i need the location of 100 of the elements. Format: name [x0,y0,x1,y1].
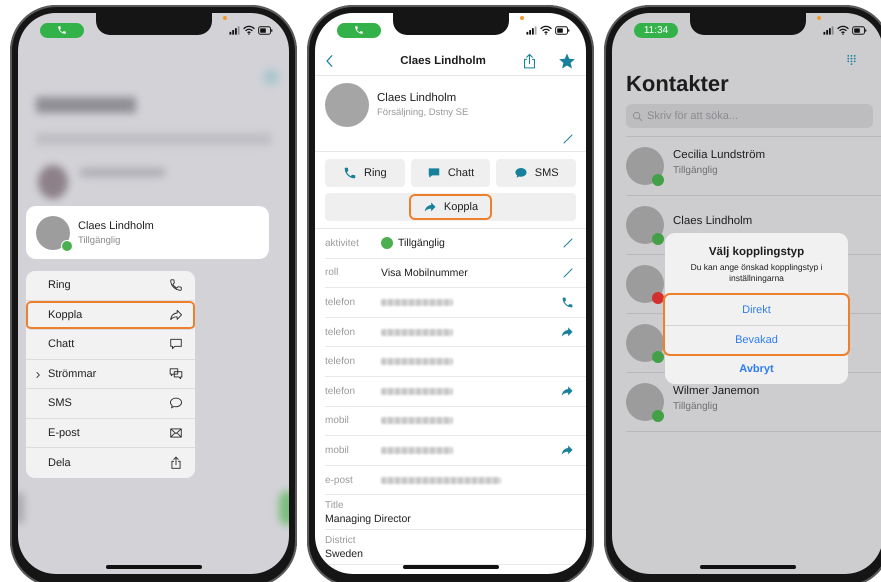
menu-item[interactable]: Koppla [26,300,195,330]
chat-bubble-icon [169,337,183,352]
menu-item[interactable]: Ring [26,271,195,300]
field-label: telefon [325,386,356,397]
avatar [36,216,70,250]
field-label: telefon [325,356,356,368]
menu-item[interactable]: Dela [26,448,195,478]
edit-button[interactable] [562,133,574,145]
menu-item[interactable]: SMS [26,389,195,418]
field-label: aktivitet [325,238,360,249]
contact-name: Claes Lindholm [78,220,154,232]
call-button[interactable] [561,296,574,309]
wifi-icon [243,24,255,36]
share-button[interactable] [521,52,538,70]
contact-status: Tillgänglig [78,234,122,246]
forward-arrow-icon [422,200,437,214]
wifi-icon [837,24,849,36]
dialog-option[interactable]: Bevakad [665,324,848,354]
avatar [325,83,369,127]
blurred-value [381,298,453,306]
speech-bubble-icon [169,396,183,410]
detail-label: Title [325,500,345,512]
chat-bubbles-icon [169,366,183,381]
avatar [626,324,664,362]
menu-item[interactable]: Strömmar [26,360,195,389]
avatar [626,265,664,303]
edit-button[interactable] [562,237,574,250]
screen-title: Claes Lindholm [399,55,487,67]
avatar [626,147,664,185]
blurred-value [381,446,453,454]
blurred-value [381,328,453,336]
dialpad-button[interactable] [846,53,857,67]
pencil-icon [562,237,574,250]
contact-subtitle: Försäljning, Dstny SE [377,107,468,118]
field-value: Tillgänglig [398,237,445,250]
phone-icon [343,166,358,180]
menu-item[interactable]: E-post [26,418,195,448]
phone-icon [561,296,574,309]
transfer-button[interactable]: Koppla [325,193,576,221]
wifi-icon [540,24,552,36]
signal-icon [229,24,240,36]
field-label: roll [325,267,340,278]
phone-icon [57,25,67,35]
dialog-option[interactable]: Avbryt [665,354,848,384]
screen-title: Kontakter [626,71,730,97]
contact-name: Claes Lindholm [377,92,458,104]
dialpad-icon [846,53,857,67]
forward-arrow-icon [560,384,574,398]
action-button[interactable]: SMS [496,159,576,187]
mail-icon [169,426,183,440]
contact-status: Tillgänglig [673,400,719,412]
forward-arrow-icon [560,443,574,458]
contact-status: Tillgänglig [673,164,719,176]
speech-bubble-icon [514,166,528,180]
signal-icon [823,24,834,36]
favorite-button[interactable] [558,52,576,70]
detail-label: District [325,535,357,546]
presence-dot [381,237,393,250]
transfer-button[interactable] [560,325,574,340]
search-icon [632,110,643,122]
pencil-icon [562,266,574,279]
dialog-title: Välj kopplingstyp [708,245,806,258]
transfer-button[interactable] [560,384,574,398]
field-label: telefon [325,296,356,308]
share-icon [521,52,538,70]
privacy-dot [520,16,524,20]
detail-value: Sweden [325,548,364,560]
share-icon [169,456,183,470]
blurred-value [381,358,453,366]
detail-value: Managing Director [325,513,412,526]
privacy-dot [223,16,227,20]
signal-icon [526,24,537,36]
chevron-icon [34,370,42,378]
dialog-option[interactable]: Direkt [665,295,848,324]
edit-button[interactable] [562,266,574,279]
action-button[interactable]: Ring [325,159,405,187]
field-label: e-post [325,474,354,486]
blurred-value [381,388,453,395]
chat-bubble-icon [426,166,441,180]
privacy-dot [817,16,821,20]
contact-name: Cecilia Lundström [673,148,766,160]
dialog-message: Du kan ange önskad kopplingstyp i inställningarna [690,261,824,285]
phone-icon [354,25,364,35]
transfer-button[interactable] [560,443,574,458]
field-label: mobil [325,415,350,426]
phone-icon [169,278,183,292]
avatar [626,206,664,244]
contact-name: Claes Lindholm [673,215,752,227]
forward-arrow-icon [169,308,183,322]
forward-arrow-icon [560,325,574,340]
field-value: Visa Mobilnummer [381,266,468,279]
field-label: mobil [325,444,350,456]
pencil-icon [562,133,574,145]
contact-name: Wilmer Janemon [673,384,760,396]
avatar [626,383,664,421]
action-button[interactable]: Chatt [410,159,490,187]
field-label: telefon [325,326,356,338]
star-icon [558,52,576,70]
call-indicator[interactable] [337,22,381,38]
menu-item[interactable]: Chatt [26,330,195,360]
